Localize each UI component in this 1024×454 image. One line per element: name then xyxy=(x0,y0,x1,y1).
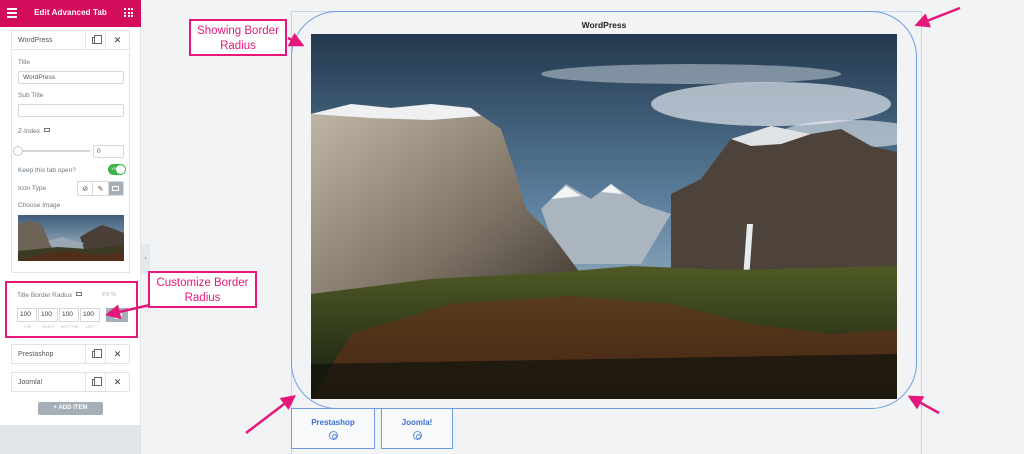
choose-image-label: Choose Image xyxy=(18,202,61,209)
copy-icon[interactable] xyxy=(85,31,103,49)
add-item-button[interactable]: + ADD ITEM xyxy=(38,402,103,415)
sidebar-footer xyxy=(0,425,141,454)
toggle-text: YES xyxy=(111,166,120,171)
callout-customize-border-radius: Customize Border Radius xyxy=(148,271,257,308)
icon-type-label: Icon Type xyxy=(18,185,47,192)
copy-icon[interactable] xyxy=(85,345,103,363)
apps-grid-icon[interactable] xyxy=(124,8,133,17)
title-label: Title xyxy=(18,59,31,66)
tab-item-label: WordPress xyxy=(18,37,53,44)
zindex-label: Z-Index xyxy=(18,128,51,135)
zindex-slider-track[interactable] xyxy=(18,150,90,152)
tab-item-prestashop[interactable]: Prestashop ✕ xyxy=(11,344,130,364)
image-icon[interactable] xyxy=(108,182,123,195)
keep-open-label: Keep this tab open? xyxy=(18,167,76,174)
ban-icon[interactable]: ⊘ xyxy=(78,182,94,195)
arrow-bottom-left xyxy=(245,394,296,434)
tab-label: Prestashop xyxy=(311,418,355,427)
tab-logo-icon xyxy=(328,431,338,440)
editor-screen: Edit Advanced Tab WordPress ✕ Title Word… xyxy=(0,0,1024,454)
subtitle-input[interactable] xyxy=(18,104,124,117)
monitor-icon[interactable] xyxy=(44,128,51,133)
callout-showing-border-radius: Showing Border Radius xyxy=(189,19,287,56)
tab-item-joomla[interactable]: Joomla! ✕ xyxy=(11,372,130,392)
sidebar-header: Edit Advanced Tab xyxy=(0,0,141,27)
brush-icon[interactable]: ✎ xyxy=(93,182,109,195)
tab-settings-panel: Title WordPress Sub Title Z-Index 0 Keep… xyxy=(11,52,130,273)
close-icon[interactable]: ✕ xyxy=(105,373,129,391)
arrow-top-right xyxy=(914,6,961,28)
keep-open-toggle[interactable]: YES xyxy=(108,164,126,175)
tab-logo-icon xyxy=(412,431,422,440)
sidebar-title: Edit Advanced Tab xyxy=(34,8,107,17)
arrow-bottom-right xyxy=(907,395,940,415)
collapse-arrow-icon[interactable]: ‹ xyxy=(141,244,150,274)
image-thumbnail[interactable] xyxy=(18,215,124,261)
tab-joomla[interactable]: Joomla! xyxy=(381,408,453,449)
active-tab-title[interactable]: WordPress xyxy=(311,20,897,30)
close-icon[interactable]: ✕ xyxy=(105,345,129,363)
section-guide-right xyxy=(921,12,922,454)
subtitle-label: Sub Title xyxy=(18,92,44,99)
icon-type-choices: ⊘ ✎ xyxy=(77,181,124,196)
tab-label: Joomla! xyxy=(401,418,433,427)
zindex-slider-handle[interactable] xyxy=(13,146,23,156)
tab-item-wordpress[interactable]: WordPress ✕ xyxy=(11,30,130,50)
tab-item-label: Prestashop xyxy=(18,351,54,358)
zindex-label-text: Z-Index xyxy=(18,128,41,135)
close-icon[interactable]: ✕ xyxy=(105,31,129,49)
tab-item-label: Joomla! xyxy=(18,379,43,386)
title-input[interactable]: WordPress xyxy=(18,71,124,84)
copy-icon[interactable] xyxy=(85,373,103,391)
tab-content-image xyxy=(311,34,897,399)
border-radius-highlight xyxy=(5,281,138,338)
zindex-input[interactable]: 0 xyxy=(93,145,124,158)
tab-prestashop[interactable]: Prestashop xyxy=(291,408,375,449)
editor-sidebar: Edit Advanced Tab WordPress ✕ Title Word… xyxy=(0,0,141,454)
